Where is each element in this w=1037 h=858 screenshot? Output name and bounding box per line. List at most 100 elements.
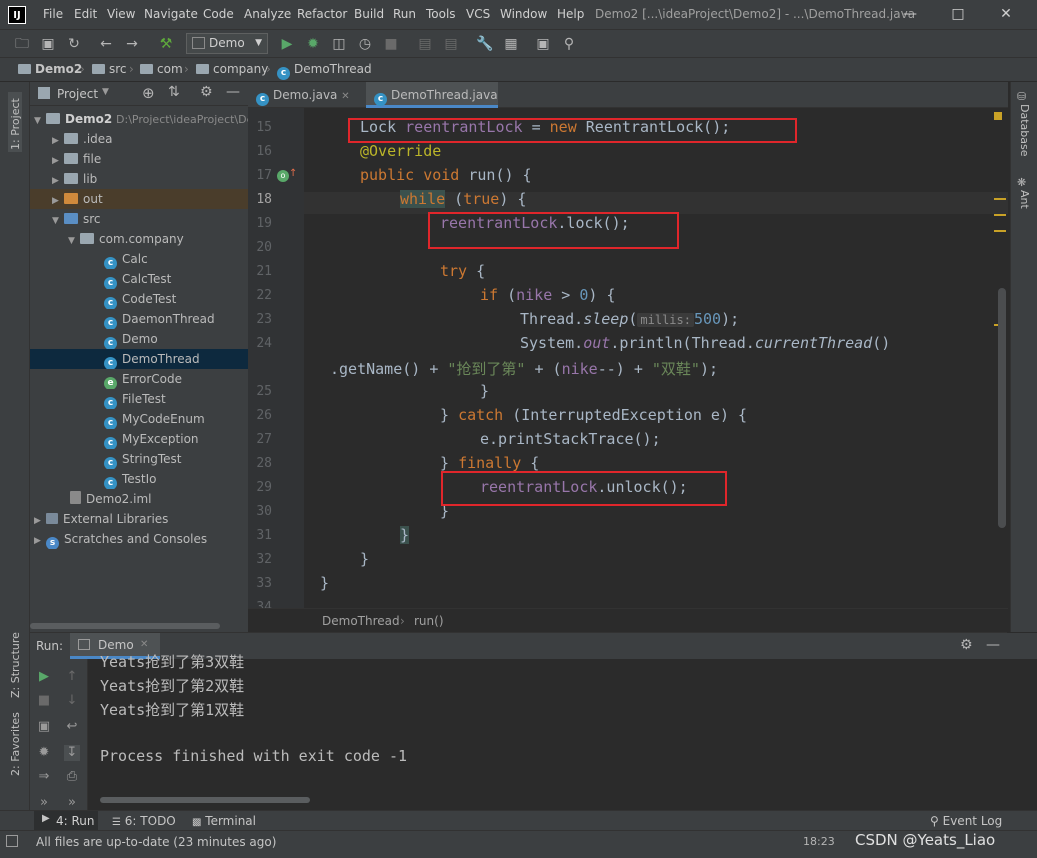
- breadcrumb-demothread[interactable]: c DemoThread: [277, 62, 372, 80]
- debug-icon[interactable]: ✹: [303, 34, 323, 54]
- menu-refactor[interactable]: Refactor: [297, 7, 347, 21]
- tree-item-file[interactable]: Demo2.iml: [30, 489, 248, 509]
- tree-item-class[interactable]: c DaemonThread: [30, 309, 248, 329]
- favorites-tool-button[interactable]: 2: Favorites: [8, 712, 22, 802]
- tree-item-class[interactable]: c FileTest: [30, 389, 248, 409]
- horizontal-scrollbar[interactable]: [30, 623, 220, 629]
- more-icon[interactable]: »: [64, 795, 80, 811]
- minimize-icon[interactable]: —: [900, 4, 920, 24]
- search-icon[interactable]: ⚲: [559, 34, 579, 54]
- breadcrumb-demo2[interactable]: Demo2: [18, 62, 82, 76]
- open-folder-icon[interactable]: 🗀: [12, 34, 32, 54]
- menu-vcs[interactable]: VCS: [466, 7, 490, 21]
- hide-icon[interactable]: —: [226, 84, 240, 100]
- menu-build[interactable]: Build: [354, 7, 384, 21]
- arrow-up-icon[interactable]: ↑: [64, 669, 80, 685]
- vcs-icon[interactable]: ▤: [441, 34, 461, 54]
- implement-arrow-icon[interactable]: ↑: [289, 168, 297, 179]
- profile-icon[interactable]: ◷: [355, 34, 375, 54]
- close-tab-icon[interactable]: ✕: [140, 639, 148, 650]
- tree-item-class[interactable]: c CalcTest: [30, 269, 248, 289]
- tree-item-class[interactable]: c CodeTest: [30, 289, 248, 309]
- horizontal-scrollbar[interactable]: [100, 797, 310, 803]
- camera-icon[interactable]: ▣: [36, 719, 52, 735]
- tool-tab-todo[interactable]: ☰ 6: TODO: [112, 814, 176, 828]
- terminal-icon[interactable]: ▣: [533, 34, 553, 54]
- menu-window[interactable]: Window: [500, 7, 547, 21]
- menu-analyze[interactable]: Analyze: [244, 7, 291, 21]
- gear-icon[interactable]: ⚙: [960, 637, 973, 653]
- hide-icon[interactable]: —: [986, 637, 1000, 653]
- tree-item-class[interactable]: c TestIo: [30, 469, 248, 489]
- tree-item-libraries[interactable]: ▶ External Libraries: [30, 509, 248, 529]
- tree-item-class[interactable]: c Calc: [30, 249, 248, 269]
- login-icon[interactable]: ⇒: [36, 769, 52, 785]
- breadcrumb-com[interactable]: com: [140, 62, 183, 76]
- tree-item-class[interactable]: c MyCodeEnum: [30, 409, 248, 429]
- wrench-icon[interactable]: 🔧: [475, 34, 495, 54]
- stop-icon[interactable]: ■: [36, 693, 52, 709]
- menu-run[interactable]: Run: [393, 7, 416, 21]
- soft-wrap-icon[interactable]: ↩: [64, 719, 80, 735]
- sync-icon[interactable]: ↻: [64, 34, 84, 54]
- arrow-down-icon[interactable]: ↓: [64, 693, 80, 709]
- database-tool-label[interactable]: Database: [1018, 104, 1031, 157]
- chevron-down-icon[interactable]: ▼: [102, 87, 109, 97]
- tree-item-module[interactable]: ▼ Demo2 D:\Project\ideaProject\De: [30, 109, 248, 129]
- tree-item-package[interactable]: ▼ com.company: [30, 229, 248, 249]
- attach-icon[interactable]: ▤: [415, 34, 435, 54]
- code-editor[interactable]: Lock reentrantLock = new ReentrantLock()…: [304, 108, 1008, 608]
- menu-code[interactable]: Code: [203, 7, 234, 21]
- collapse-all-icon[interactable]: ⇅: [168, 84, 180, 100]
- menu-file[interactable]: File: [43, 7, 63, 21]
- warning-indicator-icon[interactable]: [994, 112, 1002, 120]
- tree-item-class[interactable]: c StringTest: [30, 449, 248, 469]
- menu-tools[interactable]: Tools: [426, 7, 456, 21]
- tool-windows-icon[interactable]: [6, 835, 18, 847]
- scroll-to-end-icon[interactable]: ↧: [64, 745, 80, 761]
- tool-tab-run[interactable]: ▶ 4: Run: [34, 811, 98, 831]
- tree-item-exception[interactable]: c MyException: [30, 429, 248, 449]
- save-icon[interactable]: ▣: [38, 34, 58, 54]
- tree-item-scratches[interactable]: ▶ s Scratches and Consoles: [30, 529, 248, 549]
- tree-item-folder[interactable]: ▼ src: [30, 209, 248, 229]
- tree-item-enum[interactable]: e ErrorCode: [30, 369, 248, 389]
- forward-icon[interactable]: →: [122, 34, 142, 54]
- override-marker-icon[interactable]: o: [277, 170, 289, 182]
- tree-item-folder[interactable]: ▶ file: [30, 149, 248, 169]
- ant-tool-label[interactable]: Ant: [1018, 190, 1031, 209]
- build-hammer-icon[interactable]: ⚒: [156, 34, 176, 54]
- crumb-class[interactable]: DemoThread: [322, 614, 400, 628]
- coverage-icon[interactable]: ◫: [329, 34, 349, 54]
- structure-tool-button[interactable]: Z: Structure: [8, 622, 22, 702]
- run-icon[interactable]: ▶: [277, 34, 297, 54]
- tool-tab-terminal[interactable]: ▩ Terminal: [192, 814, 256, 828]
- tree-item-class-selected[interactable]: c DemoThread: [30, 349, 248, 369]
- scroll-thumb[interactable]: [998, 288, 1006, 528]
- back-icon[interactable]: ←: [96, 34, 116, 54]
- breadcrumb-company[interactable]: company: [196, 62, 268, 76]
- database-icon[interactable]: ⛁: [1017, 90, 1026, 103]
- close-tab-icon[interactable]: ✕: [341, 91, 349, 102]
- menu-help[interactable]: Help: [557, 7, 584, 21]
- more-icon[interactable]: »: [36, 795, 52, 811]
- breadcrumb-src[interactable]: src: [92, 62, 127, 76]
- maximize-icon[interactable]: □: [948, 4, 968, 24]
- project-structure-icon[interactable]: ▦: [501, 34, 521, 54]
- rerun-icon[interactable]: ▶: [36, 669, 52, 685]
- gear-icon[interactable]: ⚙: [200, 84, 213, 100]
- stop-icon[interactable]: ■: [381, 34, 401, 54]
- tree-item-folder[interactable]: ▶ lib: [30, 169, 248, 189]
- tree-item-class[interactable]: c Demo: [30, 329, 248, 349]
- tab-demo-java[interactable]: c Demo.java ✕: [248, 82, 366, 108]
- print-icon[interactable]: ⎙: [64, 769, 80, 785]
- locate-icon[interactable]: ⊕: [142, 84, 155, 102]
- project-tool-button[interactable]: 1: Project: [8, 92, 22, 152]
- menu-view[interactable]: View: [107, 7, 135, 21]
- tab-demothread-java[interactable]: cDemoThread.java ✕: [366, 82, 498, 128]
- menu-navigate[interactable]: Navigate: [144, 7, 198, 21]
- tree-item-folder[interactable]: ▶ out: [30, 189, 248, 209]
- run-configuration-select[interactable]: Demo ▼: [186, 33, 268, 54]
- crumb-method[interactable]: run(): [414, 614, 444, 628]
- close-icon[interactable]: ✕: [996, 4, 1016, 24]
